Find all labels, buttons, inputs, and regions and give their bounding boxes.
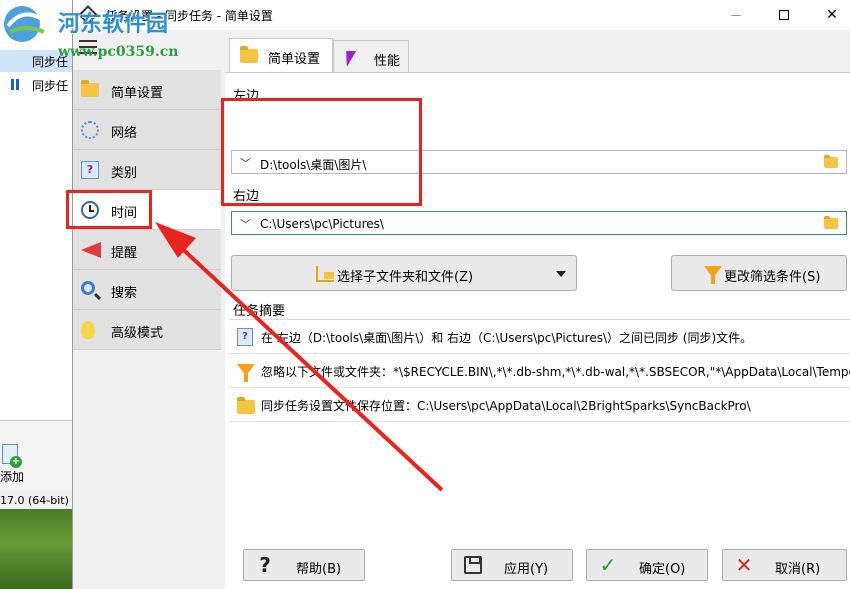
change-filter-button[interactable]: 更改筛选条件(S) — [671, 255, 847, 291]
button-label: 应用(Y) — [504, 562, 549, 577]
pause-icon — [11, 79, 19, 90]
add-button-label[interactable]: 添加 — [0, 468, 24, 485]
annotation-box-paths — [221, 98, 422, 206]
help-icon: ? — [259, 553, 271, 577]
plus-icon: + — [10, 456, 22, 468]
task-settings-dialog: 任务设置 - 同步任务 - 简单设置 ✕ 简单设置 网络 ? 类别 时间 提醒 … — [72, 0, 850, 589]
button-label: 取消(R) — [775, 562, 821, 577]
list-item[interactable]: ? 在 左边（D:\tools\桌面\图片\）和 右边（C:\Users\pc\… — [229, 320, 850, 354]
check-icon: ✓ — [599, 553, 617, 577]
category-icon: ? — [81, 161, 99, 179]
sidebar-item-network[interactable]: 网络 — [73, 110, 221, 150]
watermark-title: 河东软件园 — [58, 11, 169, 37]
browse-folder-icon[interactable] — [824, 155, 838, 168]
list-item[interactable]: 同步任 — [0, 74, 72, 96]
summary-text: 同步任务设置文件保存位置：C:\Users\pc\AppData\Local\2… — [261, 399, 751, 413]
sidebar-item-advanced[interactable]: 高级模式 — [73, 310, 221, 350]
button-label: 确定(O) — [639, 562, 686, 577]
summary-label: 任务摘要 — [233, 304, 286, 319]
folder-icon — [240, 46, 258, 63]
sidebar-item-label: 高级模式 — [111, 326, 164, 341]
folder-tree-icon — [316, 266, 334, 282]
background-app: 同步任 同步任 + 添加 17.0 (64-bit) | 请 — [0, 0, 72, 589]
watermark-url: www.pc0359.cn — [58, 44, 179, 60]
sidebar-item-simple[interactable]: 简单设置 — [73, 70, 221, 110]
apply-button[interactable]: 应用(Y) — [451, 549, 573, 581]
minimize-icon — [731, 14, 741, 16]
document-icon: ? — [237, 328, 253, 346]
close-icon: ✕ — [826, 7, 838, 23]
sidebar-item-category[interactable]: ? 类别 — [73, 150, 221, 190]
button-label: 帮助(B) — [296, 562, 342, 577]
tab-simple[interactable]: 简单设置 — [229, 38, 333, 72]
maximize-button[interactable] — [761, 0, 807, 30]
close-icon: ✕ — [735, 553, 753, 577]
annotation-box-time — [66, 190, 152, 229]
summary-text: 忽略以下文件或文件夹：*\$RECYCLE.BIN\,*\*.db-shm,*\… — [261, 365, 850, 379]
sidebar-item-label: 提醒 — [111, 246, 138, 261]
status-bar: 17.0 (64-bit) | 请 — [0, 489, 72, 509]
summary-text: 在 左边（D:\tools\桌面\图片\）和 右边（C:\Users\pc\Pi… — [261, 331, 753, 345]
list-item-label: 同步任 — [32, 79, 69, 93]
dropdown-arrow-icon — [556, 271, 566, 277]
maximize-icon — [779, 10, 789, 20]
button-label: 选择子文件夹和文件(Z) — [337, 270, 474, 285]
folder-icon — [81, 80, 99, 97]
lightning-icon — [341, 51, 357, 67]
save-icon — [464, 556, 482, 574]
filter-icon — [704, 266, 722, 284]
task-summary-list: ? 在 左边（D:\tools\桌面\图片\）和 右边（C:\Users\pc\… — [229, 319, 850, 579]
megaphone-icon — [81, 242, 101, 258]
sidebar-item-label: 网络 — [111, 126, 138, 141]
chevron-down-icon[interactable]: ﹀ — [240, 216, 251, 232]
minimize-button[interactable] — [713, 0, 759, 30]
close-button[interactable]: ✕ — [809, 0, 850, 30]
list-item[interactable]: 忽略以下文件或文件夹：*\$RECYCLE.BIN\,*\*.db-shm,*\… — [229, 354, 850, 388]
folder-icon — [237, 397, 255, 414]
cancel-button[interactable]: ✕ 取消(R) — [722, 549, 847, 581]
tab-performance[interactable]: 性能 — [333, 40, 409, 72]
right-path-value: C:\Users\pc\Pictures\ — [260, 217, 384, 231]
filter-icon — [237, 364, 255, 382]
tab-label: 性能 — [374, 54, 401, 69]
watermark-logo-icon — [4, 6, 45, 42]
bulb-icon — [81, 321, 95, 339]
list-item[interactable]: 同步任务设置文件保存位置：C:\Users\pc\AppData\Local\2… — [229, 388, 850, 422]
right-path-field[interactable]: ﹀ C:\Users\pc\Pictures\ — [231, 211, 847, 235]
sidebar-item-label: 简单设置 — [111, 86, 164, 101]
title-bar[interactable]: 任务设置 - 同步任务 - 简单设置 ✕ — [73, 0, 850, 30]
browse-folder-icon[interactable] — [824, 216, 838, 229]
help-button[interactable]: ? 帮助(B) — [243, 549, 365, 581]
select-subfolders-button[interactable]: 选择子文件夹和文件(Z) — [231, 255, 577, 291]
ok-button[interactable]: ✓ 确定(O) — [586, 549, 708, 581]
sidebar-item-search[interactable]: 搜索 — [73, 270, 221, 310]
sidebar-item-label: 类别 — [111, 166, 138, 181]
sidebar-item-label: 搜索 — [111, 286, 138, 301]
network-icon — [81, 121, 99, 139]
tab-label: 简单设置 — [268, 52, 321, 67]
button-label: 更改筛选条件(S) — [724, 270, 821, 285]
sidebar-item-alert[interactable]: 提醒 — [73, 230, 221, 270]
search-icon — [81, 281, 95, 295]
desktop-wallpaper — [0, 509, 72, 589]
